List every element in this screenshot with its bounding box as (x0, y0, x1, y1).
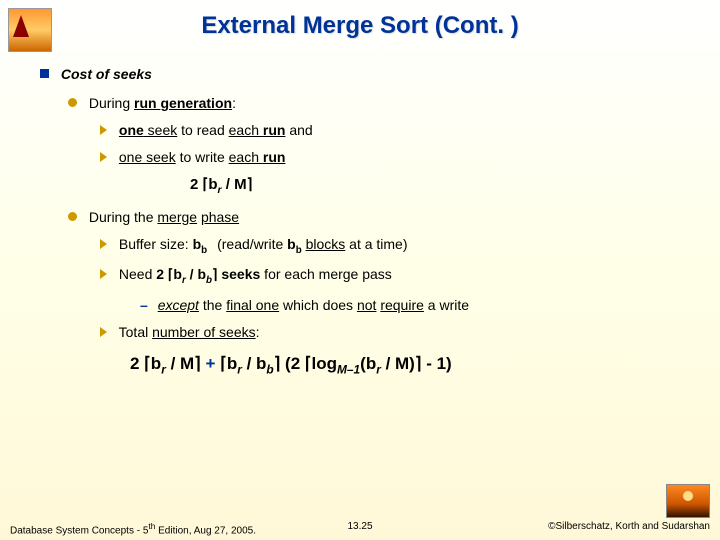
text: M–1 (337, 362, 360, 376)
subsubitem-except: – except the final one which does not re… (140, 295, 690, 316)
text: : (256, 324, 260, 340)
text: Total (119, 324, 152, 340)
footer-center: 13.25 (347, 521, 372, 532)
triangle-bullet-icon (100, 327, 107, 337)
text: / b (242, 354, 267, 373)
text: / M⌉ (222, 176, 253, 193)
subitem-read-seek: one seek to read each run and (100, 120, 690, 141)
text: 2 ⌈b (190, 176, 218, 193)
h1-text: Cost of seeks (61, 66, 152, 82)
slide-title: External Merge Sort (Cont. ) (0, 0, 720, 40)
footer-right: ©Silberschatz, Korth and Sudarshan (548, 521, 710, 532)
text: b (296, 245, 302, 256)
text: final one (226, 297, 279, 313)
triangle-bullet-icon (100, 152, 107, 162)
text: Buffer size: (119, 236, 193, 252)
text: number of seeks (152, 324, 256, 340)
text: During the (89, 209, 157, 225)
text: run (263, 149, 286, 165)
text: merge (157, 209, 197, 225)
triangle-bullet-icon (100, 125, 107, 135)
footer: Database System Concepts - 5th Edition, … (10, 521, 710, 536)
triangle-bullet-icon (100, 269, 107, 279)
text: (b (360, 354, 376, 373)
text: During (89, 95, 134, 111)
text: b (201, 245, 207, 256)
text: b (287, 236, 296, 252)
text: and (285, 122, 312, 138)
subitem-total-seeks: Total number of seeks: (100, 322, 690, 343)
text: / b (186, 266, 206, 282)
heading-cost-of-seeks: Cost of seeks (40, 64, 690, 85)
text: Edition, Aug 27, 2005. (155, 525, 256, 536)
text: each (229, 122, 263, 138)
plus-sign: + (201, 354, 220, 373)
text: the (199, 297, 226, 313)
subitem-need-seeks: Need 2 ⌈br / bb⌉ seeks for each merge pa… (100, 264, 690, 288)
formula-run-gen: 2 ⌈br / M⌉ (190, 174, 690, 199)
formula-total-seeks: 2 ⌈br / M⌉ + ⌈br / bb⌉ (2 ⌈logM–1(br / M… (130, 351, 690, 379)
text: / M)⌉ - 1) (381, 354, 452, 373)
text: Need (119, 266, 156, 282)
square-bullet-icon (40, 69, 49, 78)
text: Database System Concepts - 5 (10, 525, 148, 536)
text: b (266, 362, 273, 376)
text: generation (160, 95, 232, 111)
text: not (357, 297, 376, 313)
text: one seek (119, 149, 176, 165)
slide-body: Cost of seeks During run generation: one… (40, 58, 690, 379)
text: seek (144, 122, 177, 138)
text: 2 ⌈b (156, 266, 182, 282)
footer-left: Database System Concepts - 5th Edition, … (10, 521, 256, 536)
text: which does (279, 297, 357, 313)
text: to read (177, 122, 228, 138)
circle-bullet-icon (68, 212, 77, 221)
logo-bottomright (666, 484, 710, 518)
text: to write (176, 149, 229, 165)
circle-bullet-icon (68, 98, 77, 107)
text: 2 ⌈b (130, 354, 161, 373)
text: run (263, 122, 286, 138)
text: / M⌉ (166, 354, 201, 373)
subitem-write-seek: one seek to write each run (100, 147, 690, 168)
text: a write (424, 297, 469, 313)
text: except (158, 297, 199, 313)
text: b (193, 236, 202, 252)
item-run-generation: During run generation: (68, 93, 690, 114)
text: (read/write (217, 236, 287, 252)
triangle-bullet-icon (100, 239, 107, 249)
text: phase (201, 209, 239, 225)
text: at a time) (345, 236, 407, 252)
text: for each merge pass (260, 266, 392, 282)
text: require (380, 297, 424, 313)
text: ⌉ seeks (212, 266, 260, 282)
text: ⌈b (220, 354, 237, 373)
text: each (229, 149, 263, 165)
logo-topleft (8, 8, 52, 52)
text: : (232, 95, 236, 111)
text: ⌉ (2 ⌈log (274, 354, 337, 373)
item-merge-phase: During the merge phase (68, 207, 690, 228)
dash-bullet-icon: – (140, 297, 148, 313)
subitem-buffer-size: Buffer size: bb(read/write bb blocks at … (100, 234, 690, 258)
text: run (134, 95, 160, 111)
text: one (119, 122, 144, 138)
text: blocks (306, 236, 346, 252)
